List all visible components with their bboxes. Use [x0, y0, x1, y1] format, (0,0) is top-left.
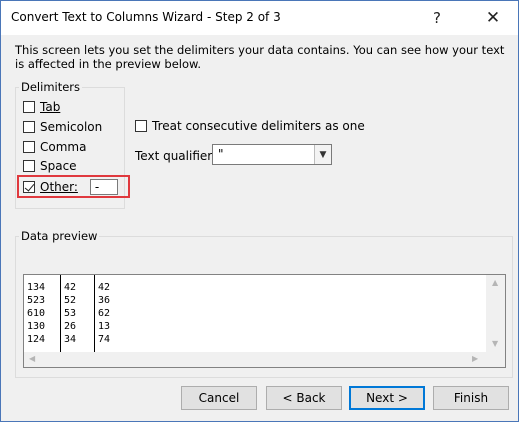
preview-cell: 74 — [98, 334, 111, 345]
comma-checkbox[interactable] — [23, 141, 35, 153]
preview-cell: 523 — [27, 295, 46, 306]
scrollbar-corner — [486, 352, 505, 367]
data-preview-area[interactable]: 134 523 610 130 124 42 52 53 26 34 42 36… — [24, 275, 486, 352]
tab-checkbox[interactable] — [23, 101, 35, 113]
scroll-right-icon[interactable]: ▶ — [472, 354, 478, 363]
tab-delimiter-option[interactable]: Tab — [23, 99, 60, 115]
highlight-box — [17, 175, 130, 198]
preview-cell: 124 — [27, 334, 46, 345]
finish-button[interactable]: Finish — [433, 386, 509, 410]
consecutive-checkbox[interactable] — [135, 120, 147, 132]
space-checkbox[interactable] — [23, 160, 35, 172]
preview-cell: 134 — [27, 282, 46, 293]
delimiters-group-label: Delimiters — [19, 80, 83, 94]
semicolon-label: Semicolon — [40, 120, 103, 134]
help-icon[interactable]: ? — [417, 1, 457, 35]
space-label: Space — [40, 159, 77, 173]
dialog-title: Convert Text to Columns Wizard - Step 2 … — [11, 10, 281, 24]
text-to-columns-dialog: Convert Text to Columns Wizard - Step 2 … — [0, 0, 519, 422]
consecutive-label: Treat consecutive delimiters as one — [152, 119, 365, 133]
title-bar: Convert Text to Columns Wizard - Step 2 … — [1, 1, 518, 35]
comma-label: Comma — [40, 140, 87, 154]
semicolon-checkbox[interactable] — [23, 121, 35, 133]
preview-horizontal-scrollbar[interactable]: ◀ ▶ — [24, 352, 486, 367]
preview-cell: 52 — [64, 295, 77, 306]
close-icon[interactable]: ✕ — [473, 1, 513, 35]
chevron-down-icon[interactable]: ▼ — [314, 145, 331, 164]
tab-label: Tab — [40, 100, 61, 114]
next-button[interactable]: Next > — [349, 386, 425, 410]
comma-delimiter-option[interactable]: Comma — [23, 139, 86, 155]
preview-cell: 36 — [98, 295, 111, 306]
preview-cell: 130 — [27, 321, 46, 332]
scroll-left-icon[interactable]: ◀ — [29, 354, 35, 363]
preview-cell: 13 — [98, 321, 111, 332]
preview-cell: 610 — [27, 308, 46, 319]
scroll-down-icon[interactable]: ▼ — [492, 339, 498, 348]
cancel-button[interactable]: Cancel — [181, 386, 257, 410]
back-button[interactable]: < Back — [266, 386, 342, 410]
preview-column-3[interactable]: 42 36 62 13 74 — [95, 275, 155, 352]
scroll-up-icon[interactable]: ▲ — [492, 278, 498, 287]
semicolon-delimiter-option[interactable]: Semicolon — [23, 119, 102, 135]
preview-cell: 42 — [64, 282, 77, 293]
preview-column-1[interactable]: 134 523 610 130 124 — [24, 275, 61, 352]
preview-vertical-scrollbar[interactable]: ▲ ▼ — [486, 275, 505, 352]
preview-column-2[interactable]: 42 52 53 26 34 — [61, 275, 95, 352]
data-preview-label: Data preview — [19, 229, 100, 243]
space-delimiter-option[interactable]: Space — [23, 158, 77, 174]
preview-cell: 62 — [98, 308, 111, 319]
intro-text: This screen lets you set the delimiters … — [15, 43, 505, 71]
text-qualifier-value: " — [218, 147, 224, 161]
data-preview-box[interactable]: 134 523 610 130 124 42 52 53 26 34 42 36… — [23, 274, 506, 368]
preview-cell: 26 — [64, 321, 77, 332]
text-qualifier-select[interactable]: " ▼ — [212, 144, 332, 165]
text-qualifier-label: Text qualifier: — [135, 149, 217, 163]
preview-cell: 42 — [98, 282, 111, 293]
preview-cell: 53 — [64, 308, 77, 319]
preview-cell: 34 — [64, 334, 77, 345]
consecutive-delimiters-option[interactable]: Treat consecutive delimiters as one — [135, 118, 365, 134]
